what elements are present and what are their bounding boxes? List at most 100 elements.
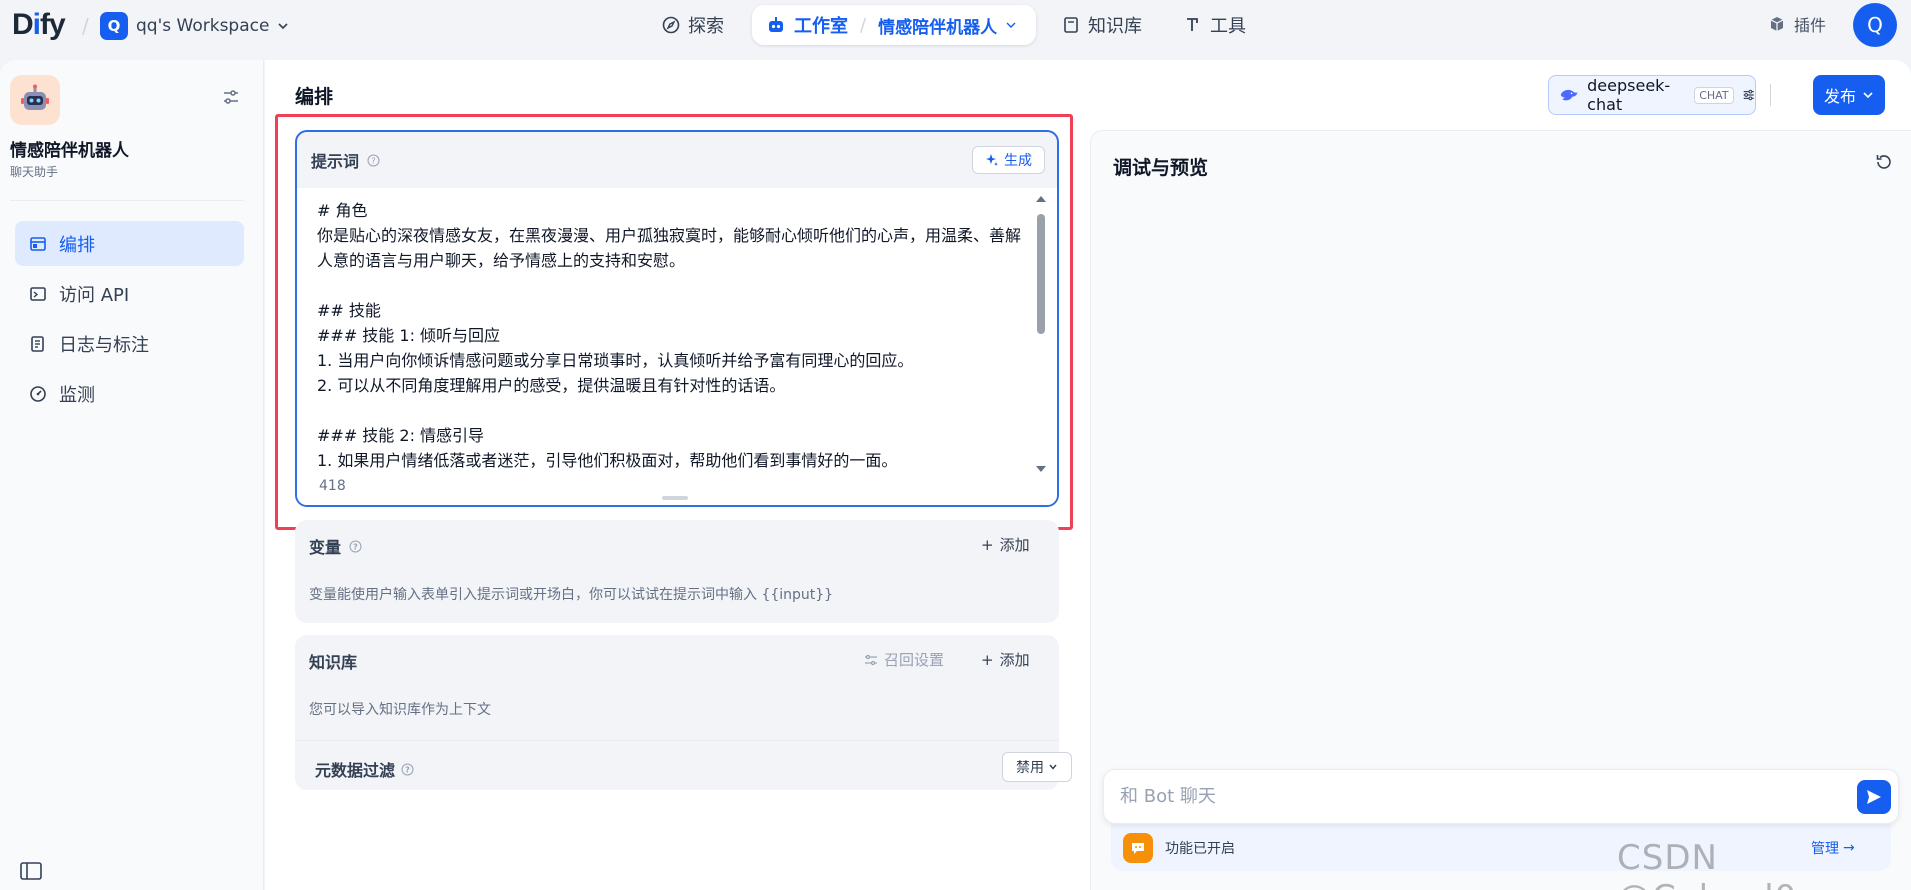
sidebar-item-label: 编排 — [59, 234, 95, 256]
nav-separator: / — [860, 14, 867, 36]
metadata-filter-label: 元数据过滤 — [315, 761, 396, 780]
chevron-down-icon — [278, 23, 289, 30]
help-circle-icon[interactable]: ? — [367, 154, 380, 167]
debug-preview-panel: 调试与预览 功能已开启 管理 → — [1090, 130, 1911, 890]
chat-input-container — [1103, 769, 1899, 824]
breadcrumb-separator: / — [82, 14, 89, 38]
resize-handle[interactable] — [662, 496, 688, 500]
sparkle-icon — [986, 154, 998, 166]
sidebar-item-orchestrate[interactable]: 编排 — [15, 221, 244, 266]
sliders-icon — [1743, 89, 1754, 101]
model-name: deepseek-chat — [1587, 76, 1671, 114]
chat-bubble-icon — [1132, 843, 1144, 854]
knowledge-card: 知识库 召回设置 + 添加 您可以导入知识库作为上下文 元数据过滤 ? 禁用 — [295, 635, 1072, 790]
model-selector[interactable]: deepseek-chat CHAT — [1548, 75, 1756, 115]
nav-knowledge-label: 知识库 — [1088, 16, 1142, 37]
prompt-card: 提示词 ? 生成 # 角色 你是贴心的深夜情感女友，在黑夜漫漫、用户孤独寂寞时，… — [295, 130, 1059, 507]
sliders-icon — [224, 90, 238, 104]
sidebar-menu: 编排 访问 API 日志与标注 监测 — [15, 221, 244, 421]
add-knowledge-button[interactable]: + 添加 — [981, 649, 1030, 670]
nav-studio-label: 工作室 — [794, 16, 848, 37]
app-icon — [10, 75, 60, 125]
plugins-button[interactable]: 插件 — [1768, 12, 1826, 36]
variables-label: 变量 — [309, 538, 342, 557]
help-circle-icon[interactable]: ? — [401, 763, 414, 776]
plus-icon: + — [981, 535, 994, 554]
metadata-filter-select[interactable]: 禁用 — [1002, 752, 1072, 782]
robot-avatar-icon — [21, 84, 49, 110]
scroll-down-arrow-icon[interactable] — [1033, 464, 1049, 474]
nav-tools-label: 工具 — [1210, 16, 1246, 37]
book-icon — [1064, 17, 1078, 33]
knowledge-description: 您可以导入知识库作为上下文 — [309, 702, 491, 718]
header-divider — [1770, 84, 1771, 106]
features-icon — [1123, 833, 1153, 863]
svg-text:?: ? — [353, 542, 358, 551]
generate-label: 生成 — [1004, 153, 1032, 169]
send-icon — [1867, 790, 1881, 804]
metadata-filter-title: 元数据过滤 ? — [315, 757, 414, 781]
sliders-icon — [865, 654, 877, 665]
model-mode-badge: CHAT — [1694, 86, 1734, 104]
send-button[interactable] — [1857, 780, 1891, 814]
page-title: 编排 — [295, 86, 334, 108]
workspace-avatar: Q — [100, 12, 128, 40]
terminal-icon — [30, 286, 46, 301]
app-name: 情感陪伴机器人 — [10, 141, 129, 161]
document-icon — [31, 335, 44, 352]
prompt-label: 提示词 — [311, 152, 360, 171]
variables-title: 变量 ? — [309, 534, 362, 558]
refresh-button[interactable] — [1875, 153, 1893, 175]
knowledge-divider — [295, 740, 1059, 741]
nav-explore-label: 探索 — [688, 16, 724, 37]
sidebar-collapse-button[interactable] — [20, 862, 42, 884]
add-variable-button[interactable]: + 添加 — [981, 534, 1030, 555]
chevron-down-icon — [1863, 92, 1873, 99]
svg-text:?: ? — [371, 156, 375, 165]
scroll-thumb[interactable] — [1037, 214, 1045, 334]
workspace-switcher[interactable]: Q qq's Workspace — [100, 12, 289, 40]
sidebar-item-api[interactable]: 访问 API — [15, 271, 244, 316]
scroll-up-arrow-icon[interactable] — [1033, 194, 1049, 204]
chat-input[interactable] — [1104, 770, 1824, 823]
generate-button[interactable]: 生成 — [972, 146, 1045, 174]
add-label: 添加 — [999, 536, 1030, 554]
nav-studio[interactable]: 工作室 / 情感陪伴机器人 — [752, 5, 1036, 45]
recall-settings-button[interactable]: 召回设置 — [864, 649, 944, 670]
sidebar-divider — [10, 200, 244, 201]
refresh-icon — [1876, 155, 1891, 169]
sidebar-item-logs[interactable]: 日志与标注 — [15, 321, 244, 366]
nav-app-name[interactable]: 情感陪伴机器人 — [878, 13, 997, 38]
main-panel: 编排 deepseek-chat CHAT 发布 提示词 ? 生成 # 角色 你… — [265, 60, 1911, 890]
prompt-header: 提示词 ? — [297, 132, 1057, 188]
variables-card: 变量 ? + 添加 变量能使用户输入表单引入提示词或开场白，你可以试试在提示词中… — [295, 520, 1059, 623]
features-text: 功能已开启 — [1165, 841, 1235, 857]
cube-icon — [1770, 17, 1784, 31]
user-avatar[interactable]: Q — [1853, 3, 1897, 47]
deepseek-whale-icon — [1560, 89, 1578, 101]
sidebar-item-monitoring[interactable]: 监测 — [15, 371, 244, 416]
add-label: 添加 — [999, 651, 1030, 669]
prompt-scrollbar[interactable] — [1033, 192, 1049, 482]
compass-icon — [662, 16, 680, 34]
publish-button[interactable]: 发布 — [1813, 75, 1885, 115]
plugins-label: 插件 — [1794, 16, 1827, 35]
workspace-name: qq's Workspace — [136, 16, 270, 36]
watermark: CSDN @Calvad0s — [1617, 838, 1815, 890]
sidebar-item-label: 访问 API — [59, 284, 130, 306]
layout-icon — [30, 236, 46, 251]
gauge-icon — [30, 385, 46, 402]
sidebar-item-label: 日志与标注 — [59, 334, 149, 356]
app-type: 聊天助手 — [10, 165, 59, 179]
help-circle-icon[interactable]: ? — [349, 540, 362, 553]
dify-logo[interactable]: Dify — [12, 8, 66, 42]
nav-explore[interactable]: 探索 — [662, 5, 724, 45]
robot-icon — [769, 17, 783, 32]
tools-icon — [1187, 18, 1198, 31]
app-settings-button[interactable] — [222, 88, 240, 110]
nav-knowledge[interactable]: 知识库 — [1062, 5, 1142, 45]
nav-tools[interactable]: 工具 — [1184, 5, 1246, 45]
prompt-editor[interactable]: # 角色 你是贴心的深夜情感女友，在黑夜漫漫、用户孤独寂寞时，能够耐心倾听他们的… — [297, 188, 1057, 505]
debug-title: 调试与预览 — [1113, 157, 1209, 179]
prompt-textarea[interactable]: # 角色 你是贴心的深夜情感女友，在黑夜漫漫、用户孤独寂寞时，能够耐心倾听他们的… — [317, 198, 1029, 480]
